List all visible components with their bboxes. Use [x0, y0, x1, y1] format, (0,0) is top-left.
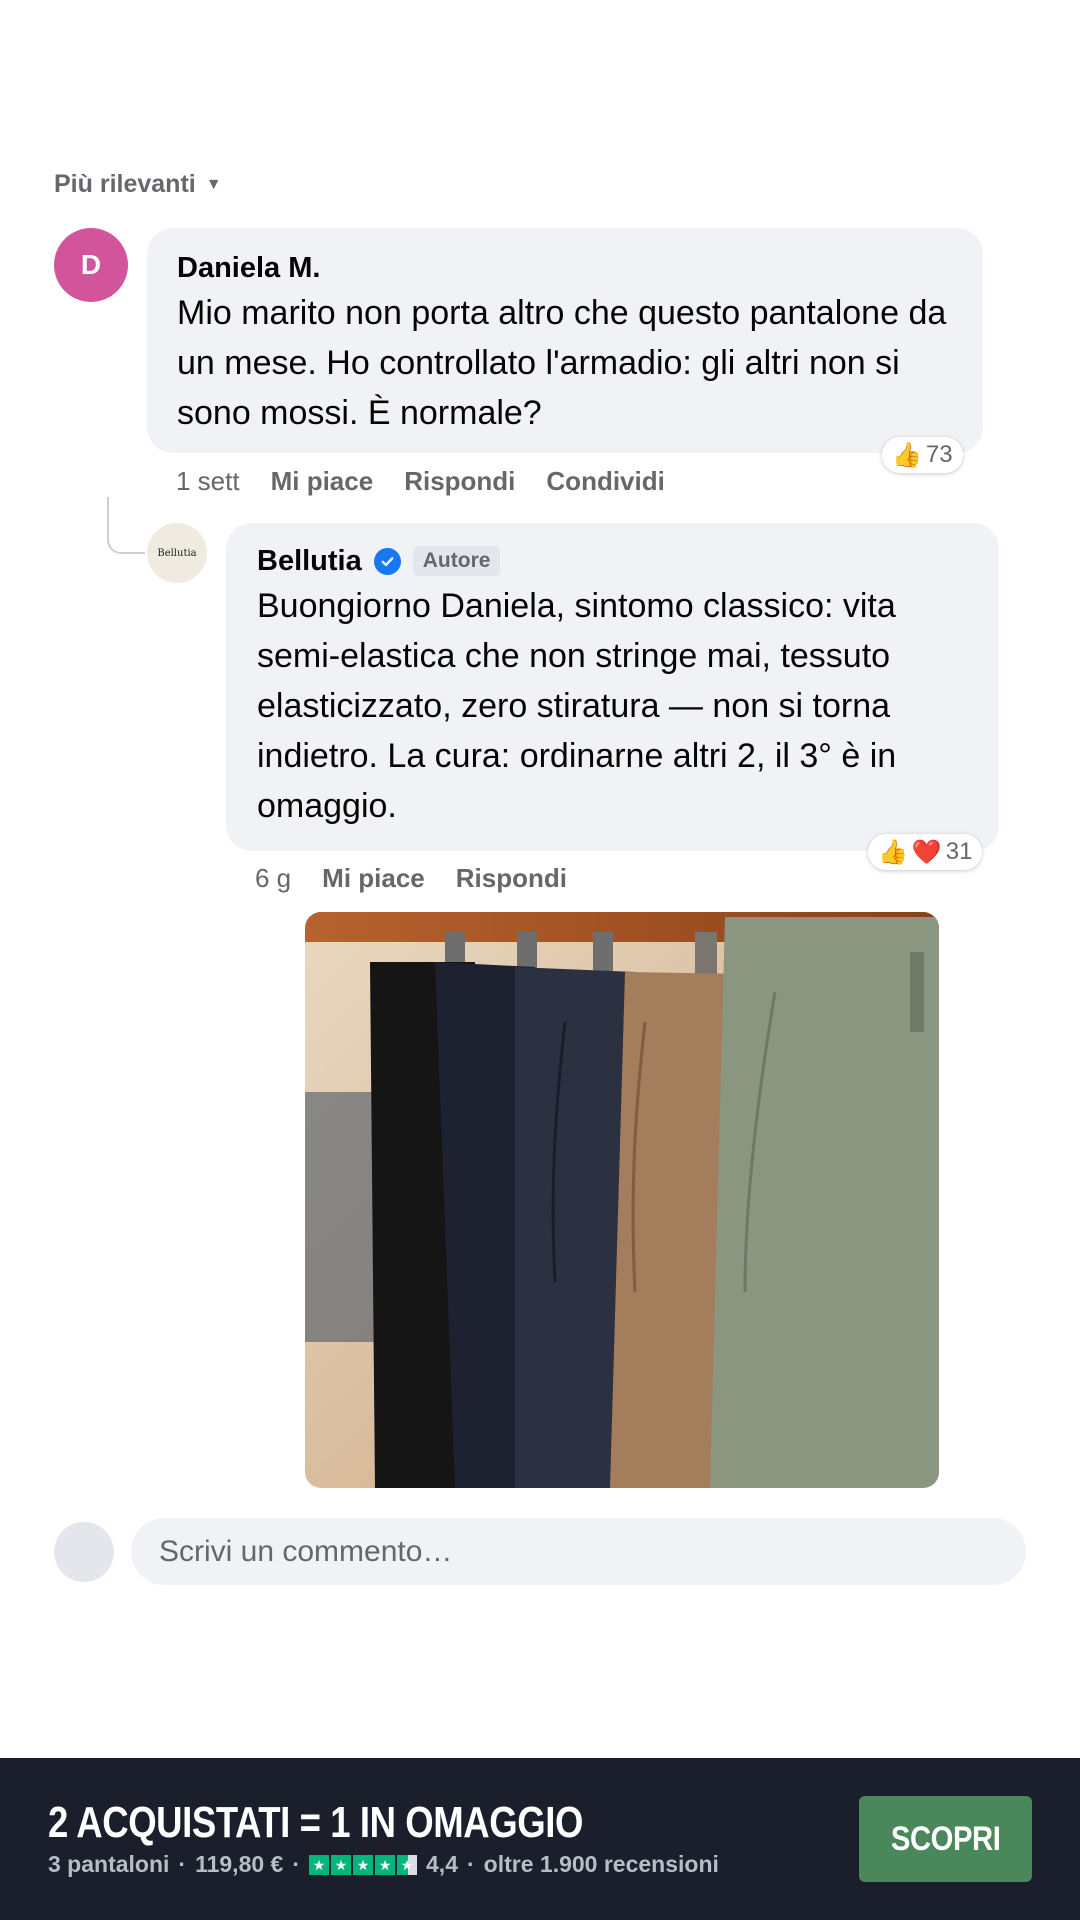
caret-down-icon: ▼ — [205, 175, 222, 193]
like-button[interactable]: Mi piace — [271, 466, 374, 497]
product-image[interactable] — [305, 912, 939, 1488]
rating-stars: ★ ★ ★ ★ ★ — [309, 1854, 418, 1875]
review-count: oltre 1.900 recensioni — [483, 1851, 719, 1877]
author-badge: Autore — [412, 546, 501, 576]
reply-button[interactable]: Rispondi — [404, 466, 515, 497]
star-icon: ★ — [353, 1854, 374, 1875]
brand-avatar[interactable]: Bellutia — [147, 523, 207, 583]
reaction-count: 31 — [945, 838, 973, 865]
reaction-summary[interactable]: 👍 ❤️ 31 — [868, 834, 983, 870]
like-button[interactable]: Mi piace — [322, 863, 425, 894]
reply-timestamp[interactable]: 6 g — [255, 863, 291, 894]
comment-placeholder: Scrivi un commento… — [159, 1534, 453, 1568]
comment-timestamp[interactable]: 1 sett — [176, 466, 240, 497]
current-user-avatar — [54, 1522, 114, 1582]
promo-subtitle: 3 pantaloni · 119,80 € · ★ ★ ★ ★ ★ 4,4 ·… — [48, 1851, 719, 1877]
comment-input[interactable]: Scrivi un commento… — [131, 1518, 1026, 1585]
reaction-count: 73 — [925, 441, 953, 468]
comment-bubble: Daniela M. Mio marito non porta altro ch… — [147, 228, 983, 453]
reply-button[interactable]: Rispondi — [456, 863, 567, 894]
star-icon: ★ — [309, 1854, 330, 1875]
sort-dropdown[interactable]: Più rilevanti ▼ — [54, 170, 222, 199]
reply-text: Buongiorno Daniela, sintomo classico: vi… — [257, 587, 897, 825]
star-icon: ★ — [331, 1854, 352, 1875]
product-count: 3 pantaloni — [48, 1851, 170, 1877]
star-icon: ★ — [375, 1854, 396, 1875]
thumbs-up-icon: 👍 — [878, 838, 908, 866]
reply-author[interactable]: Bellutia — [257, 543, 362, 579]
verified-badge-icon — [373, 547, 401, 575]
share-button[interactable]: Condividi — [546, 466, 664, 497]
promo-price: 119,80 € — [195, 1851, 284, 1877]
reaction-summary[interactable]: 👍 73 — [882, 437, 963, 473]
thread-connector — [107, 497, 145, 554]
sort-label: Più rilevanti — [54, 170, 196, 198]
cta-button[interactable]: SCOPRI — [859, 1796, 1032, 1882]
thumbs-up-icon: 👍 — [892, 441, 922, 469]
comment-actions: 1 sett Mi piace Rispondi Condividi — [176, 466, 665, 497]
rating-value: 4,4 — [426, 1851, 458, 1877]
reply-bubble: Bellutia Autore Buongiorno Daniela, sint… — [226, 523, 999, 851]
comment-text: Mio marito non porta altro che questo pa… — [177, 294, 947, 432]
star-half-icon: ★ — [397, 1854, 418, 1875]
comment-author[interactable]: Daniela M. — [177, 250, 953, 286]
reply-actions: 6 g Mi piace Rispondi — [255, 863, 567, 894]
brand-logo-text: Bellutia — [157, 547, 197, 559]
avatar[interactable]: D — [54, 228, 128, 302]
heart-icon: ❤️ — [911, 838, 942, 866]
promo-title: 2 ACQUISTATI = 1 IN OMAGGIO — [48, 1798, 583, 1847]
